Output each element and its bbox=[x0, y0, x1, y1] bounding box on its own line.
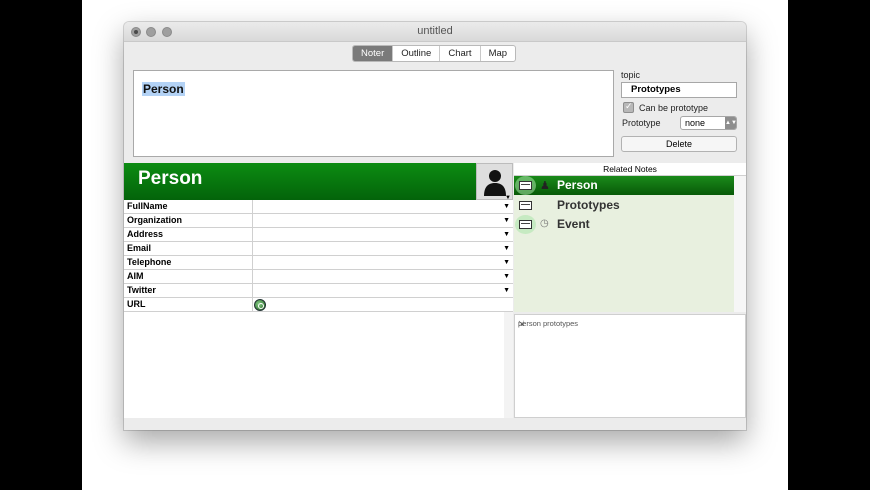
attribute-row-address[interactable]: Address ▼ bbox=[124, 228, 513, 242]
can-be-prototype-checkbox[interactable] bbox=[623, 101, 634, 113]
note-inspector: topic Prototypes Can be prototype Protot… bbox=[621, 68, 739, 158]
column-divider bbox=[252, 270, 253, 284]
can-be-prototype-label: Can be prototype bbox=[639, 103, 709, 113]
column-divider bbox=[252, 256, 253, 270]
tags-field[interactable]: person prototypes ⇲ bbox=[514, 314, 746, 418]
tab-noter[interactable]: Noter bbox=[353, 46, 394, 61]
column-divider bbox=[252, 200, 253, 214]
column-divider bbox=[252, 214, 253, 228]
related-notes-list[interactable]: ♟ Person Prototypes ◷ Event bbox=[514, 176, 734, 312]
attribute-row-twitter[interactable]: Twitter ▼ bbox=[124, 284, 513, 298]
topic-input[interactable]: Prototypes bbox=[621, 82, 737, 98]
related-notes-title: Related Notes bbox=[514, 163, 746, 176]
attribute-row-url[interactable]: URL bbox=[124, 298, 513, 312]
column-divider bbox=[252, 298, 253, 312]
prototype-label: Prototype bbox=[622, 118, 661, 128]
delete-button[interactable]: Delete bbox=[621, 136, 737, 152]
attribute-row-telephone[interactable]: Telephone ▼ bbox=[124, 256, 513, 270]
clock-icon: ◷ bbox=[540, 218, 549, 229]
resize-grip-icon[interactable]: ⇲ bbox=[518, 319, 743, 415]
person-silhouette-icon bbox=[484, 170, 506, 196]
dropdown-arrow-icon[interactable]: ▼ bbox=[503, 270, 510, 283]
attribute-key: FullName bbox=[127, 201, 168, 211]
selected-note-text[interactable]: Person bbox=[142, 82, 185, 96]
dropdown-arrow-icon[interactable]: ▼ bbox=[503, 242, 510, 255]
prototype-select-value: none bbox=[685, 118, 706, 128]
related-note-label: Event bbox=[557, 217, 590, 231]
dropdown-arrow-icon[interactable]: ▼ bbox=[503, 256, 510, 269]
prototype-name: Person bbox=[138, 168, 203, 189]
related-note-prototypes[interactable]: Prototypes bbox=[514, 196, 734, 215]
globe-icon[interactable] bbox=[254, 299, 266, 311]
note-card-icon bbox=[519, 220, 532, 229]
select-arrows-icon: ▲▼ bbox=[725, 117, 737, 129]
related-note-label: Prototypes bbox=[557, 198, 620, 212]
related-note-person[interactable]: ♟ Person bbox=[514, 176, 734, 195]
attribute-row-fullname[interactable]: FullName ▼ bbox=[124, 200, 513, 214]
attribute-key: Address bbox=[127, 229, 164, 239]
dropdown-arrow-icon[interactable]: ▼ bbox=[503, 228, 510, 241]
view-tabs: Noter Outline Chart Map bbox=[352, 45, 517, 62]
dropdown-arrow-icon[interactable]: ▼ bbox=[503, 284, 510, 297]
person-icon: ♟ bbox=[540, 180, 550, 192]
topic-label: topic bbox=[621, 70, 641, 80]
attribute-table: FullName ▼ Organization ▼ Address ▼ Emai… bbox=[124, 200, 513, 312]
attribute-key: Twitter bbox=[127, 285, 156, 295]
note-card-icon bbox=[519, 201, 532, 210]
attribute-row-organization[interactable]: Organization ▼ bbox=[124, 214, 513, 228]
attribute-key: Telephone bbox=[127, 257, 172, 267]
panel-gutter bbox=[504, 312, 513, 418]
note-text-editor[interactable]: Person bbox=[133, 70, 614, 157]
prototype-select[interactable]: none ▲▼ bbox=[680, 116, 737, 130]
title-bar[interactable]: untitled bbox=[124, 22, 746, 42]
column-divider bbox=[252, 228, 253, 242]
attribute-key: URL bbox=[127, 299, 146, 309]
column-divider bbox=[252, 284, 253, 298]
column-divider bbox=[252, 242, 253, 256]
related-note-label: Person bbox=[557, 178, 598, 192]
attribute-key: Email bbox=[127, 243, 152, 253]
dropdown-arrow-icon[interactable]: ▼ bbox=[503, 200, 510, 213]
attribute-row-aim[interactable]: AIM ▼ bbox=[124, 270, 513, 284]
app-window: untitled Noter Outline Chart Map Person … bbox=[124, 22, 746, 430]
note-card-icon bbox=[519, 181, 532, 190]
related-list-scroll-gutter bbox=[734, 176, 746, 312]
attribute-key: AIM bbox=[127, 271, 144, 281]
tab-chart[interactable]: Chart bbox=[440, 46, 481, 61]
attribute-key: Organization bbox=[127, 215, 183, 225]
dropdown-arrow-icon[interactable]: ▼ bbox=[503, 214, 510, 227]
prototype-avatar[interactable]: ▼ bbox=[476, 163, 513, 201]
window-title: untitled bbox=[417, 25, 453, 37]
attribute-row-email[interactable]: Email ▼ bbox=[124, 242, 513, 256]
tab-outline[interactable]: Outline bbox=[393, 46, 441, 61]
related-note-event[interactable]: ◷ Event bbox=[514, 215, 734, 234]
prototype-header: Person bbox=[124, 163, 513, 200]
attribute-empty-area bbox=[124, 312, 504, 418]
tab-map[interactable]: Map bbox=[481, 46, 515, 61]
